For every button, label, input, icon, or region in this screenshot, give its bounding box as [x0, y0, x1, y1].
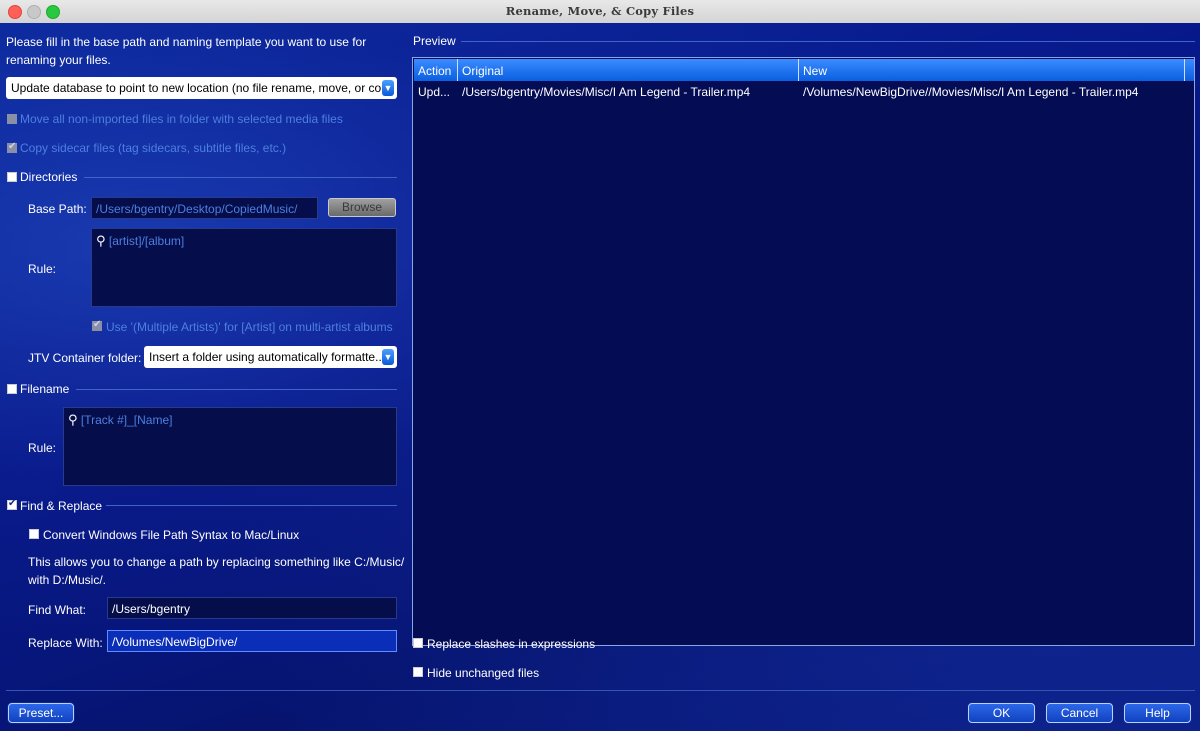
bottom-divider [6, 690, 1195, 691]
jtv-container-value: Insert a folder using automatically form… [149, 350, 386, 364]
copy-sidecar-label: Copy sidecar files (tag sidecars, subtit… [20, 141, 287, 155]
multiple-artists-label: Use '(Multiple Artists)' for [Artist] on… [106, 320, 393, 334]
find-what-field[interactable]: /Users/bgentry [107, 597, 397, 619]
filename-rule-editor[interactable]: ⚲ [Track #]_[Name] [63, 407, 397, 486]
jtv-container-select[interactable]: Insert a folder using automatically form… [144, 346, 397, 368]
replace-with-field[interactable]: /Volumes/NewBigDrive/ [107, 630, 397, 652]
column-header-filler [1185, 59, 1194, 81]
dropdown-arrow-icon: ▼ [382, 80, 394, 96]
column-header-action[interactable]: Action [414, 59, 458, 81]
ok-button[interactable]: OK [968, 703, 1035, 723]
hide-unchanged-label: Hide unchanged files [427, 666, 540, 680]
convert-windows-path-label: Convert Windows File Path Syntax to Mac/… [43, 528, 300, 542]
browse-button[interactable]: Browse [328, 198, 396, 217]
convert-windows-path-checkbox[interactable] [29, 529, 39, 539]
find-replace-help-line-1: This allows you to change a path by repl… [28, 555, 405, 569]
replace-with-label: Replace With: [28, 636, 103, 650]
filename-rule-label: Rule: [28, 441, 57, 455]
directories-rule-label: Rule: [28, 262, 57, 276]
preview-table: Action Original New Upd... /Users/bgentr… [412, 57, 1195, 646]
row-original: /Users/bgentry/Movies/Misc/I Am Legend -… [462, 85, 751, 99]
cancel-button[interactable]: Cancel [1046, 703, 1113, 723]
find-replace-divider [106, 505, 397, 506]
find-what-label: Find What: [28, 603, 87, 617]
multiple-artists-checkbox[interactable] [92, 319, 102, 331]
jtv-container-label: JTV Container folder: [28, 351, 142, 365]
directories-divider [84, 177, 397, 178]
preview-section-label: Preview [413, 34, 456, 48]
help-button[interactable]: Help [1124, 703, 1191, 723]
intro-line-1: Please fill in the base path and naming … [6, 35, 367, 49]
directories-rule-editor[interactable]: ⚲ [artist]/[album] [91, 228, 397, 307]
copy-sidecar-checkbox[interactable] [7, 141, 17, 153]
mode-select[interactable]: Update database to point to new location… [6, 77, 397, 99]
directories-section-label: Directories [20, 170, 78, 184]
filename-checkbox[interactable] [7, 384, 17, 394]
preview-divider [461, 41, 1195, 42]
dropdown-arrow-icon: ▼ [382, 349, 394, 365]
search-icon[interactable]: ⚲ [96, 234, 106, 249]
filename-rule-value: [Track #]_[Name] [80, 413, 173, 427]
dialog-content: Please fill in the base path and naming … [0, 23, 1200, 731]
find-replace-checkbox[interactable] [7, 498, 17, 510]
replace-slashes-label: Replace slashes in expressions [427, 637, 596, 651]
search-icon[interactable]: ⚲ [68, 413, 78, 428]
intro-line-2: renaming your files. [6, 53, 111, 67]
directories-rule-value: [artist]/[album] [108, 234, 185, 248]
find-replace-help-line-2: with D:/Music/. [28, 573, 107, 587]
title-bar: Rename, Move, & Copy Files [0, 0, 1200, 24]
move-non-imported-label: Move all non-imported files in folder wi… [20, 112, 343, 126]
find-replace-section-label: Find & Replace [20, 499, 103, 513]
window-title: Rename, Move, & Copy Files [505, 4, 695, 18]
directories-checkbox[interactable] [7, 172, 17, 182]
row-new: /Volumes/NewBigDrive//Movies/Misc/I Am L… [803, 85, 1139, 99]
column-header-new[interactable]: New [799, 59, 1185, 81]
move-non-imported-checkbox[interactable] [7, 114, 17, 124]
preset-button[interactable]: Preset... [8, 703, 74, 723]
row-action: Upd... [418, 85, 451, 99]
filename-divider [76, 389, 397, 390]
filename-section-label: Filename [20, 382, 70, 396]
replace-slashes-checkbox[interactable] [413, 638, 423, 648]
base-path-label: Base Path: [28, 202, 87, 216]
mode-select-value: Update database to point to new location… [11, 81, 392, 95]
hide-unchanged-checkbox[interactable] [413, 667, 423, 677]
column-header-original[interactable]: Original [458, 59, 799, 81]
base-path-field[interactable]: /Users/bgentry/Desktop/CopiedMusic/ [91, 197, 318, 219]
